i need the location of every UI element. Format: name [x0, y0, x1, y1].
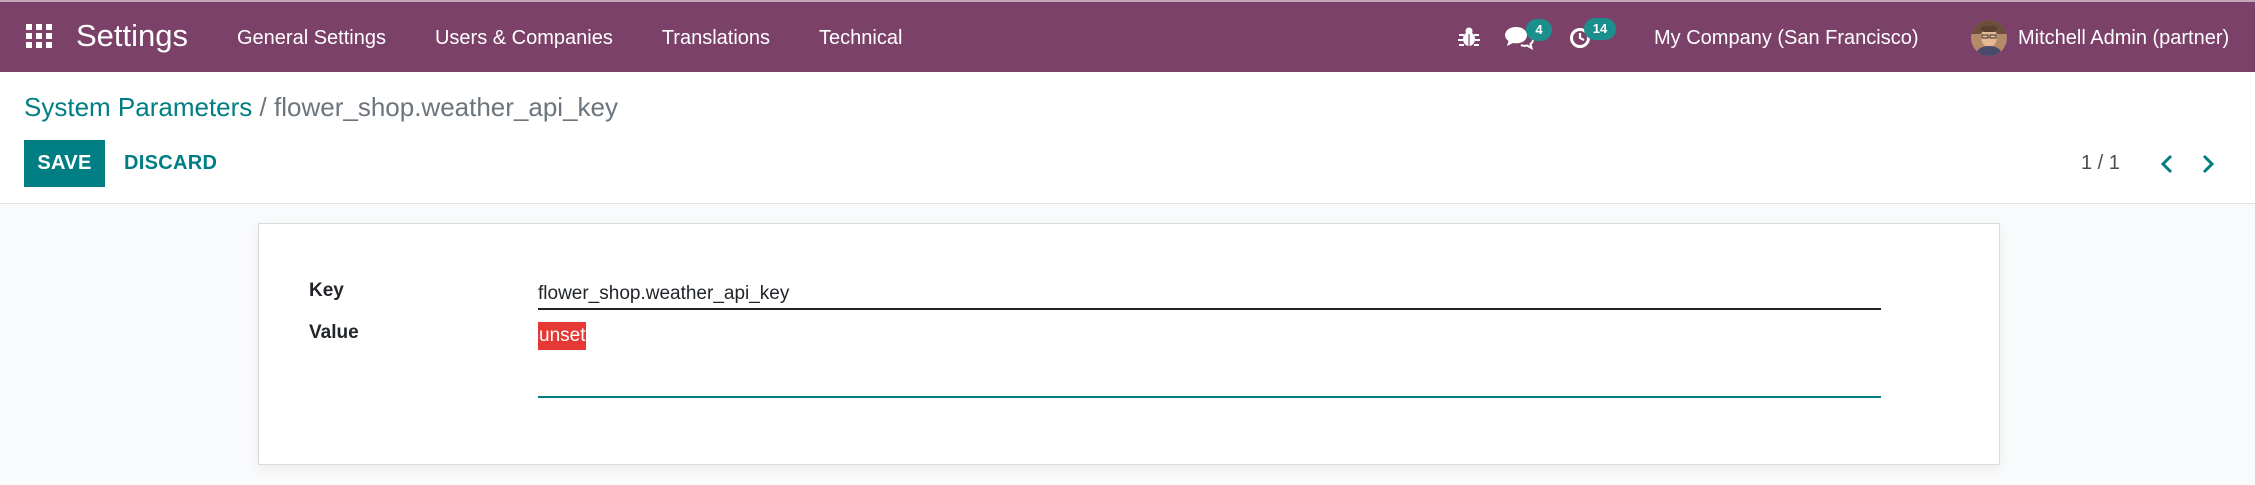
menu-technical[interactable]: Technical: [819, 25, 902, 51]
user-menu[interactable]: Mitchell Admin (partner): [2018, 25, 2229, 51]
control-panel: System Parameters / flower_shop.weather_…: [0, 72, 2255, 204]
menu-general-settings[interactable]: General Settings: [237, 25, 386, 51]
app-title[interactable]: Settings: [76, 16, 188, 56]
breadcrumb: System Parameters / flower_shop.weather_…: [24, 90, 618, 124]
breadcrumb-system-parameters[interactable]: System Parameters: [24, 92, 252, 122]
activities-count-badge: 14: [1584, 18, 1616, 40]
company-switcher[interactable]: My Company (San Francisco): [1654, 25, 1919, 51]
bug-icon[interactable]: [1458, 25, 1480, 49]
chevron-right-icon[interactable]: [2199, 152, 2217, 176]
pager-value[interactable]: 1 / 1: [2081, 150, 2120, 176]
chevron-left-icon[interactable]: [2158, 152, 2176, 176]
menu-translations[interactable]: Translations: [662, 25, 770, 51]
value-label: Value: [309, 322, 359, 343]
messages-count-badge: 4: [1526, 19, 1552, 41]
discard-button[interactable]: DISCARD: [124, 140, 217, 187]
apps-grid-icon[interactable]: [26, 24, 52, 48]
top-navbar: Settings General Settings Users & Compan…: [0, 0, 2255, 72]
key-label: Key: [309, 280, 344, 301]
value-selected-text: unset: [538, 322, 587, 350]
key-field[interactable]: flower_shop.weather_api_key: [538, 275, 1881, 310]
value-field[interactable]: unset: [538, 318, 1881, 398]
menu-users-companies[interactable]: Users & Companies: [435, 25, 613, 51]
breadcrumb-separator: /: [259, 92, 267, 122]
main-menu: General Settings Users & Companies Trans…: [237, 25, 951, 51]
save-button[interactable]: SAVE: [24, 140, 105, 187]
user-avatar[interactable]: [1971, 20, 2007, 56]
breadcrumb-current: flower_shop.weather_api_key: [274, 92, 618, 122]
form-sheet: Key flower_shop.weather_api_key Value un…: [258, 223, 2000, 465]
